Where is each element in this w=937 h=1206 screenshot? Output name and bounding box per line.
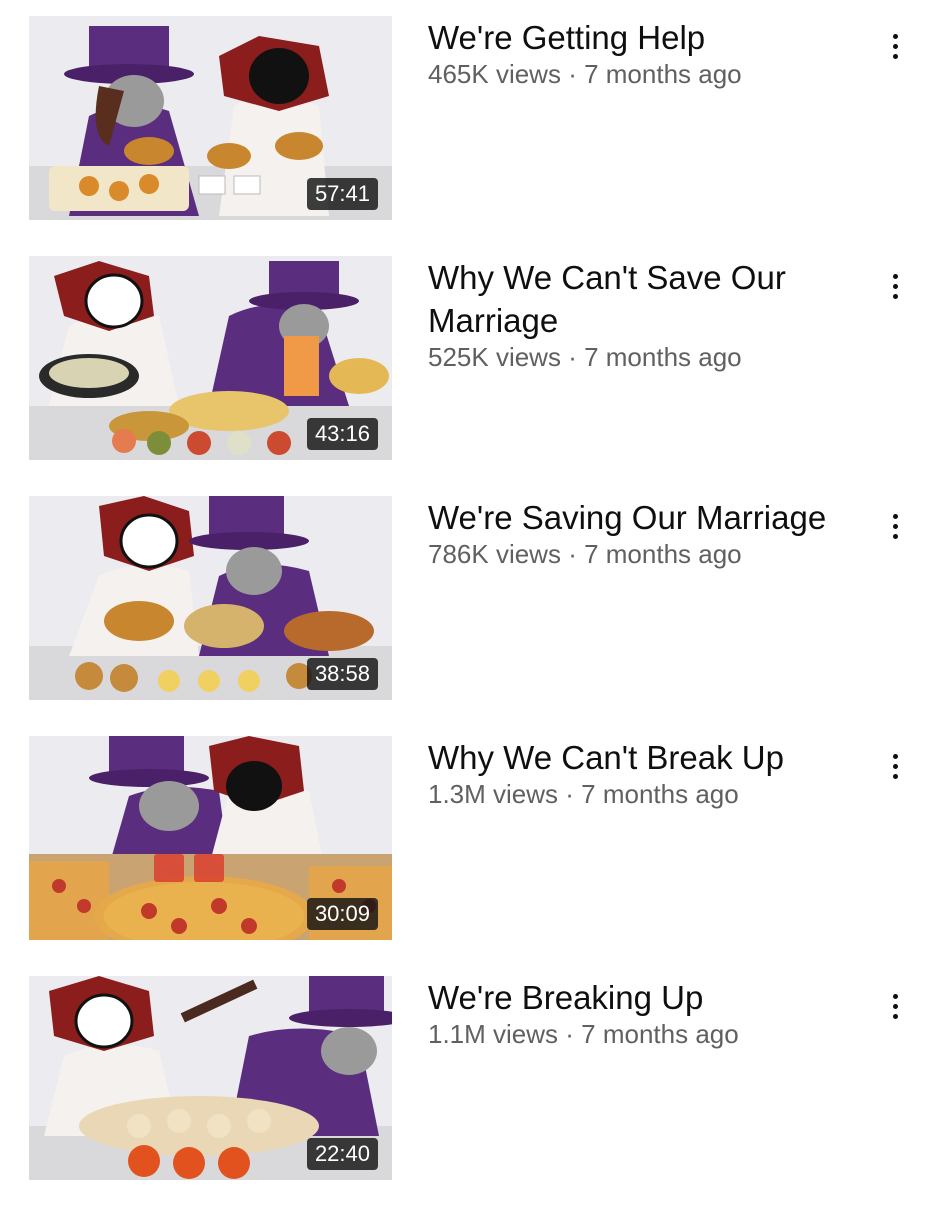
more-vert-icon[interactable] (880, 266, 910, 306)
more-vert-icon[interactable] (880, 506, 910, 546)
view-count: 1.3M views (428, 779, 559, 809)
video-stats: 1.1M views · 7 months ago (428, 1019, 868, 1049)
stats-separator: · (560, 539, 585, 569)
video-duration: 38:58 (306, 658, 378, 690)
video-duration: 43:16 (306, 418, 378, 450)
video-title[interactable]: We're Getting Help (428, 16, 868, 59)
video-title[interactable]: Why We Can't Save Our Marriage (428, 256, 828, 342)
view-count: 1.1M views (428, 1019, 559, 1049)
stats-separator: · (558, 1019, 582, 1049)
video-thumbnail[interactable]: 38:58 (29, 496, 392, 700)
upload-age: 7 months ago (584, 59, 742, 89)
upload-age: 7 months ago (581, 1019, 739, 1049)
more-vert-icon[interactable] (880, 746, 910, 786)
video-thumbnail[interactable]: 30:09 (29, 736, 392, 940)
stats-separator: · (560, 342, 585, 372)
view-count: 525K views (428, 342, 561, 372)
video-stats: 1.3M views · 7 months ago (428, 779, 868, 809)
video-item[interactable]: 38:58 We're Saving Our Marriage 786K vie… (0, 496, 937, 726)
video-meta: We're Getting Help 465K views · 7 months… (428, 16, 868, 89)
video-meta: We're Breaking Up 1.1M views · 7 months … (428, 976, 868, 1049)
video-meta: We're Saving Our Marriage 786K views · 7… (428, 496, 868, 569)
video-title[interactable]: Why We Can't Break Up (428, 736, 868, 779)
view-count: 786K views (428, 539, 561, 569)
video-item[interactable]: 57:41 We're Getting Help 465K views · 7 … (0, 16, 937, 246)
upload-age: 7 months ago (581, 779, 739, 809)
video-item[interactable]: 30:09 Why We Can't Break Up 1.3M views ·… (0, 736, 937, 966)
video-duration: 30:09 (306, 898, 378, 930)
video-thumbnail[interactable]: 57:41 (29, 16, 392, 220)
more-vert-icon[interactable] (880, 986, 910, 1026)
video-item[interactable]: 22:40 We're Breaking Up 1.1M views · 7 m… (0, 976, 937, 1206)
video-stats: 465K views · 7 months ago (428, 59, 868, 89)
video-thumbnail[interactable]: 43:16 (29, 256, 392, 460)
video-title[interactable]: We're Breaking Up (428, 976, 868, 1019)
video-duration: 57:41 (306, 178, 378, 210)
upload-age: 7 months ago (584, 342, 742, 372)
stats-separator: · (558, 779, 582, 809)
video-item[interactable]: 43:16 Why We Can't Save Our Marriage 525… (0, 256, 937, 486)
view-count: 465K views (428, 59, 561, 89)
video-duration: 22:40 (306, 1138, 378, 1170)
video-title[interactable]: We're Saving Our Marriage (428, 496, 868, 539)
video-thumbnail[interactable]: 22:40 (29, 976, 392, 1180)
video-meta: Why We Can't Save Our Marriage 525K view… (428, 256, 868, 372)
upload-age: 7 months ago (584, 539, 742, 569)
more-vert-icon[interactable] (880, 26, 910, 66)
video-meta: Why We Can't Break Up 1.3M views · 7 mon… (428, 736, 868, 809)
stats-separator: · (560, 59, 585, 89)
video-stats: 786K views · 7 months ago (428, 539, 868, 569)
video-stats: 525K views · 7 months ago (428, 342, 868, 372)
